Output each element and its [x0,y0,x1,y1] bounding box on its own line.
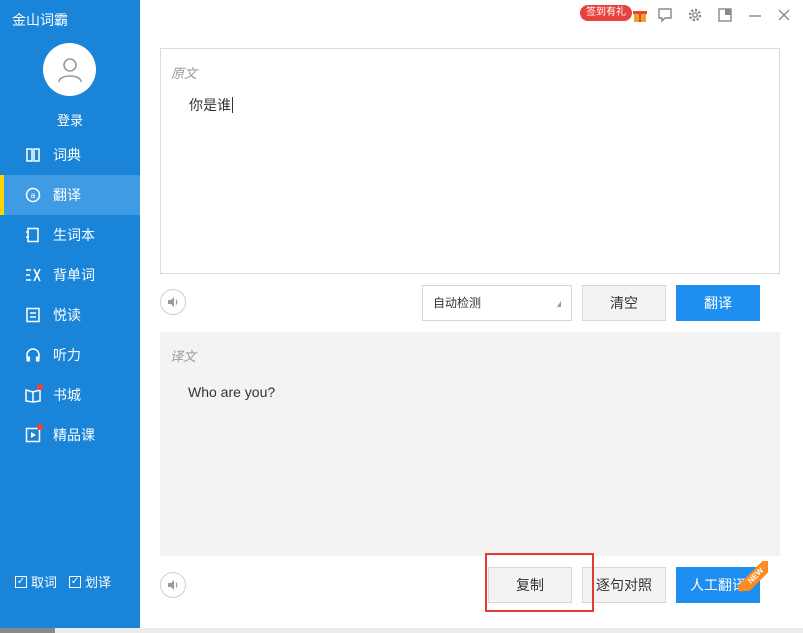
gift-icon[interactable] [631,6,649,24]
sidebar-bottom-options: ✓ 取词 ✓ 划译 [15,572,111,591]
headphones-icon [25,347,41,363]
svg-text:a: a [31,191,36,200]
clear-button[interactable]: 清空 [582,285,666,321]
sidebar-item-wordbook[interactable]: 生词本 [0,215,140,255]
sidebar-item-reading[interactable]: 悦读 [0,295,140,335]
source-label: 原文 [171,66,198,81]
sidebar-item-memorize[interactable]: 背单词 [0,255,140,295]
sidebar-item-label: 背单词 [53,267,95,283]
text-caret [232,97,233,113]
sidebar: 金山词霸 登录 词典 a 翻译 生词本 背单词 悦读 听力 书城 精品课 ✓ 取… [0,0,140,633]
target-text-area: 译文 Who are you? [160,332,780,556]
source-text-area[interactable]: 原文 你是谁 [160,48,780,274]
sidebar-item-label: 悦读 [53,307,81,323]
speaker-icon [168,580,178,590]
translate-button[interactable]: 翻译 [676,285,760,321]
checkin-gift-badge[interactable]: 签到有礼 [580,5,632,21]
selection-translate-label: 划译 [85,575,112,590]
taskbar-fragment [0,628,55,633]
login-link[interactable]: 登录 [0,110,140,129]
sidebar-item-label: 听力 [53,347,81,363]
quick-lookup-label: 取词 [31,575,58,590]
close-icon[interactable] [775,6,793,24]
sidebar-item-translate[interactable]: a 翻译 [0,175,140,215]
new-badge: NEW [738,561,768,591]
notebook-icon [25,227,41,243]
sentence-compare-button[interactable]: 逐句对照 [582,567,666,603]
target-label: 译文 [170,349,197,364]
bottom-strip [0,628,803,633]
bookstore-icon [25,384,43,403]
new-badge-text: NEW [738,561,768,591]
book-open-icon [25,147,41,163]
avatar[interactable] [43,43,96,96]
sidebar-item-courses[interactable]: 精品课 [0,415,140,455]
sidebar-item-label: 精品课 [53,427,95,443]
dropdown-arrow-icon [557,301,561,307]
sidebar-item-label: 生词本 [53,227,95,243]
app-title: 金山词霸 [12,12,68,28]
user-icon [57,57,82,82]
minimize-icon[interactable] [746,6,764,24]
target-speaker-button[interactable] [160,572,186,598]
source-text: 你是谁 [189,97,231,113]
selection-translate-checkbox[interactable]: ✓ 划译 [69,572,111,591]
notification-dot [37,424,43,430]
video-course-icon [25,424,43,443]
quick-lookup-checkbox[interactable]: ✓ 取词 [15,572,57,591]
sidebar-nav: 词典 a 翻译 生词本 背单词 悦读 听力 书城 精品课 [0,135,140,455]
feedback-icon[interactable] [656,6,674,24]
sidebar-item-label: 书城 [53,387,81,403]
human-translate-button[interactable]: 人工翻译 NEW [676,561,768,603]
source-input[interactable]: 你是谁 [189,95,233,115]
sidebar-item-label: 翻译 [53,187,81,203]
copy-button[interactable]: 复制 [488,567,572,603]
sidebar-item-listening[interactable]: 听力 [0,335,140,375]
reading-icon [25,307,41,323]
settings-gear-icon[interactable] [686,6,704,24]
target-text: Who are you? [188,384,276,400]
language-select-value: 自动检测 [433,296,482,310]
checkmark-icon: ✓ [69,575,82,588]
sidebar-item-bookstore[interactable]: 书城 [0,375,140,415]
speaker-icon [168,297,178,307]
checkmark-icon: ✓ [15,575,27,588]
language-select[interactable]: 自动检测 [422,285,572,321]
source-speaker-button[interactable] [160,289,186,315]
translate-icon: a [25,187,41,203]
mini-mode-icon[interactable] [716,6,734,24]
sidebar-item-dictionary[interactable]: 词典 [0,135,140,175]
notification-dot [37,384,43,390]
sidebar-item-label: 词典 [53,147,81,163]
memorize-icon [25,267,41,283]
